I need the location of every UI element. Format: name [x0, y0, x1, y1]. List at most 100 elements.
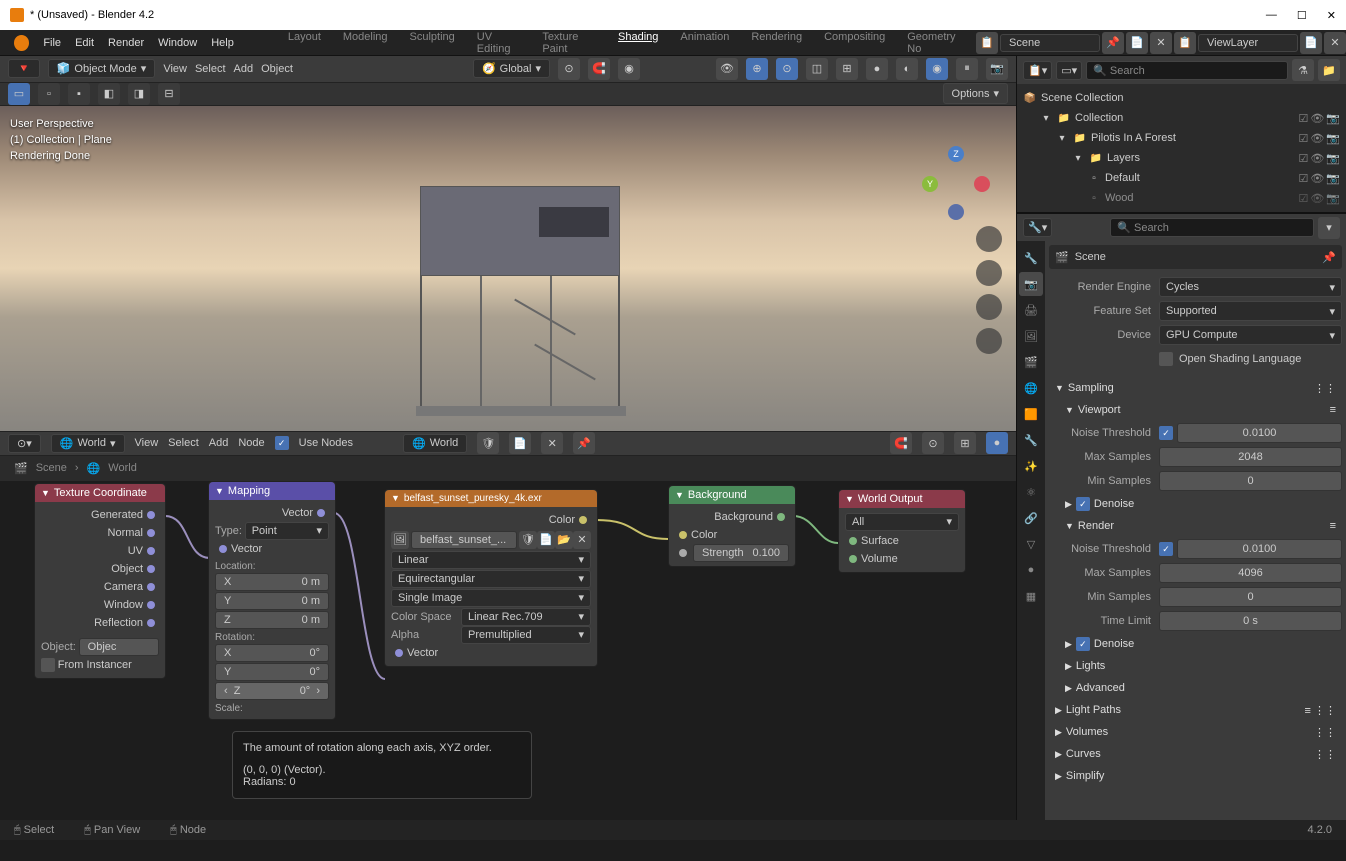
- orientation-dropdown[interactable]: 🧭 Global ▾: [473, 59, 550, 78]
- xray-icon[interactable]: ◫: [806, 58, 828, 80]
- env-colorspace[interactable]: Linear Rec.709▾: [461, 608, 591, 626]
- pivot-icon[interactable]: ⊙: [558, 58, 580, 80]
- location-y[interactable]: Y0 m: [215, 592, 329, 610]
- camera-view-icon[interactable]: [976, 294, 1002, 320]
- pin-icon[interactable]: 📌: [1102, 32, 1124, 54]
- viewlayer-icon[interactable]: 📋: [1174, 32, 1196, 54]
- outliner-item[interactable]: ▾📁Collection☑👁📷: [1017, 108, 1346, 128]
- node-mapping[interactable]: ▼Mapping Vector Type: Point▾ Vector Loca…: [208, 481, 336, 720]
- rotation-x[interactable]: X0°: [215, 644, 329, 662]
- ptab-object[interactable]: 🟧: [1019, 402, 1043, 426]
- tab-geonodes[interactable]: Geometry No: [907, 31, 962, 55]
- vp-denoise-section[interactable]: ▶✓Denoise: [1049, 493, 1342, 515]
- tab-compositing[interactable]: Compositing: [824, 31, 885, 55]
- rotation-y[interactable]: Y0°: [215, 663, 329, 681]
- tab-sculpting[interactable]: Sculpting: [410, 31, 455, 55]
- env-alpha[interactable]: Premultiplied▾: [461, 626, 591, 644]
- env-projection[interactable]: Equirectangular▾: [391, 570, 591, 588]
- ptab-tool[interactable]: 🔧: [1019, 246, 1043, 270]
- advanced-section[interactable]: ▶Advanced: [1049, 677, 1342, 699]
- sel-mode-1[interactable]: ▫: [38, 83, 60, 105]
- ptab-constraint[interactable]: 🔗: [1019, 506, 1043, 530]
- bg-color-in[interactable]: Color: [675, 526, 789, 544]
- props-editor-type[interactable]: 🔧▾: [1023, 218, 1052, 237]
- ptab-physics[interactable]: ⚛: [1019, 480, 1043, 504]
- tab-modeling[interactable]: Modeling: [343, 31, 388, 55]
- output-object[interactable]: Object: [41, 560, 159, 578]
- ptab-world[interactable]: 🌐: [1019, 376, 1043, 400]
- menu-render[interactable]: Render: [108, 37, 144, 49]
- image-unlink-icon[interactable]: ✕: [573, 531, 591, 549]
- menu-help[interactable]: Help: [211, 37, 234, 49]
- node-background[interactable]: ▼Background Background Color Strength0.1…: [668, 485, 796, 567]
- sampling-section[interactable]: ▼Sampling⋮⋮: [1049, 377, 1342, 399]
- outliner-item[interactable]: ▾📁Layers☑👁📷: [1017, 148, 1346, 168]
- ptab-scene[interactable]: 🎬: [1019, 350, 1043, 374]
- db-new-icon[interactable]: 📄: [509, 432, 531, 454]
- db-unlink-icon[interactable]: ✕: [541, 432, 563, 454]
- scene-name[interactable]: Scene: [1000, 34, 1100, 52]
- pause-icon[interactable]: ⏸: [956, 58, 978, 80]
- tab-uv[interactable]: UV Editing: [477, 31, 521, 55]
- output-uv[interactable]: UV: [41, 542, 159, 560]
- render-engine-select[interactable]: Cycles▾: [1159, 277, 1342, 297]
- active-tool-icon[interactable]: ▭: [8, 83, 30, 105]
- rd-noise-value[interactable]: 0.0100: [1177, 539, 1342, 559]
- outliner-item[interactable]: ▫Default☑👁📷: [1017, 168, 1346, 188]
- axis-x-icon[interactable]: [974, 176, 990, 192]
- ne-select[interactable]: Select: [168, 437, 199, 449]
- outliner-root[interactable]: 📦Scene Collection: [1017, 88, 1346, 108]
- snap-icon[interactable]: 🧲: [588, 58, 610, 80]
- simplify-section[interactable]: ▶Simplify: [1049, 765, 1342, 787]
- shading-rendered-icon[interactable]: ◉: [926, 58, 948, 80]
- viewport-section[interactable]: ▼Viewport≡: [1049, 399, 1342, 421]
- lights-section[interactable]: ▶Lights: [1049, 655, 1342, 677]
- rotation-z[interactable]: ‹ Z0° ›: [215, 682, 329, 700]
- sel-mode-4[interactable]: ◨: [128, 83, 150, 105]
- perspective-icon[interactable]: [976, 328, 1002, 354]
- output-window[interactable]: Window: [41, 596, 159, 614]
- axis-z-icon[interactable]: Z: [948, 146, 964, 162]
- output-reflection[interactable]: Reflection: [41, 614, 159, 632]
- axis-gizmo[interactable]: Z Y: [926, 146, 986, 206]
- outliner-display[interactable]: ▭▾: [1056, 61, 1082, 80]
- world-out-surface[interactable]: Surface: [845, 532, 959, 550]
- rd-noise-checkbox[interactable]: ✓: [1159, 542, 1173, 556]
- image-browse-icon[interactable]: 🖼: [391, 531, 409, 549]
- shading-solid-icon[interactable]: ●: [866, 58, 888, 80]
- mapping-vector-in[interactable]: Vector: [215, 540, 329, 558]
- env-vector-in[interactable]: Vector: [391, 644, 591, 662]
- maximize-icon[interactable]: ☐: [1297, 9, 1307, 22]
- axis-neg-icon[interactable]: [948, 204, 964, 220]
- env-interp[interactable]: Linear▾: [391, 551, 591, 569]
- env-frame[interactable]: Single Image▾: [391, 589, 591, 607]
- world-out-target[interactable]: All▾: [845, 513, 959, 531]
- filter-icon[interactable]: ⚗: [1292, 59, 1314, 81]
- bg-strength[interactable]: Strength0.100: [675, 544, 789, 562]
- gizmo-icon[interactable]: ⊕: [746, 58, 768, 80]
- from-instancer-checkbox[interactable]: [41, 658, 55, 672]
- bc-world[interactable]: World: [108, 462, 137, 474]
- node-editor-type[interactable]: ⊙▾: [8, 434, 41, 453]
- axis-y-icon[interactable]: Y: [922, 176, 938, 192]
- copy-layer-icon[interactable]: 📄: [1300, 32, 1322, 54]
- feature-set-select[interactable]: Supported▾: [1159, 301, 1342, 321]
- ne-view[interactable]: View: [135, 437, 159, 449]
- outliner-item[interactable]: ▾📁Pilotis In A Forest☑👁📷: [1017, 128, 1346, 148]
- ptab-data[interactable]: ▽: [1019, 532, 1043, 556]
- props-options-icon[interactable]: ▾: [1318, 217, 1340, 239]
- output-generated[interactable]: Generated: [41, 506, 159, 524]
- ptab-output[interactable]: 🖨: [1019, 298, 1043, 322]
- proportional-icon[interactable]: ◉: [618, 58, 640, 80]
- tab-texpaint[interactable]: Texture Paint: [542, 31, 596, 55]
- visibility-icon[interactable]: 👁: [716, 58, 738, 80]
- options-dropdown[interactable]: Options ▾: [943, 83, 1008, 104]
- vp-min-samples[interactable]: 0: [1159, 471, 1342, 491]
- new-collection-icon[interactable]: 📁: [1318, 59, 1340, 81]
- mode-dropdown[interactable]: 🧊 Object Mode ▾: [48, 59, 156, 78]
- tab-animation[interactable]: Animation: [680, 31, 729, 55]
- render-section[interactable]: ▼Render≡: [1049, 515, 1342, 537]
- delete-scene-icon[interactable]: ✕: [1150, 32, 1172, 54]
- vp-menu-object[interactable]: Object: [261, 63, 293, 75]
- tab-rendering[interactable]: Rendering: [751, 31, 802, 55]
